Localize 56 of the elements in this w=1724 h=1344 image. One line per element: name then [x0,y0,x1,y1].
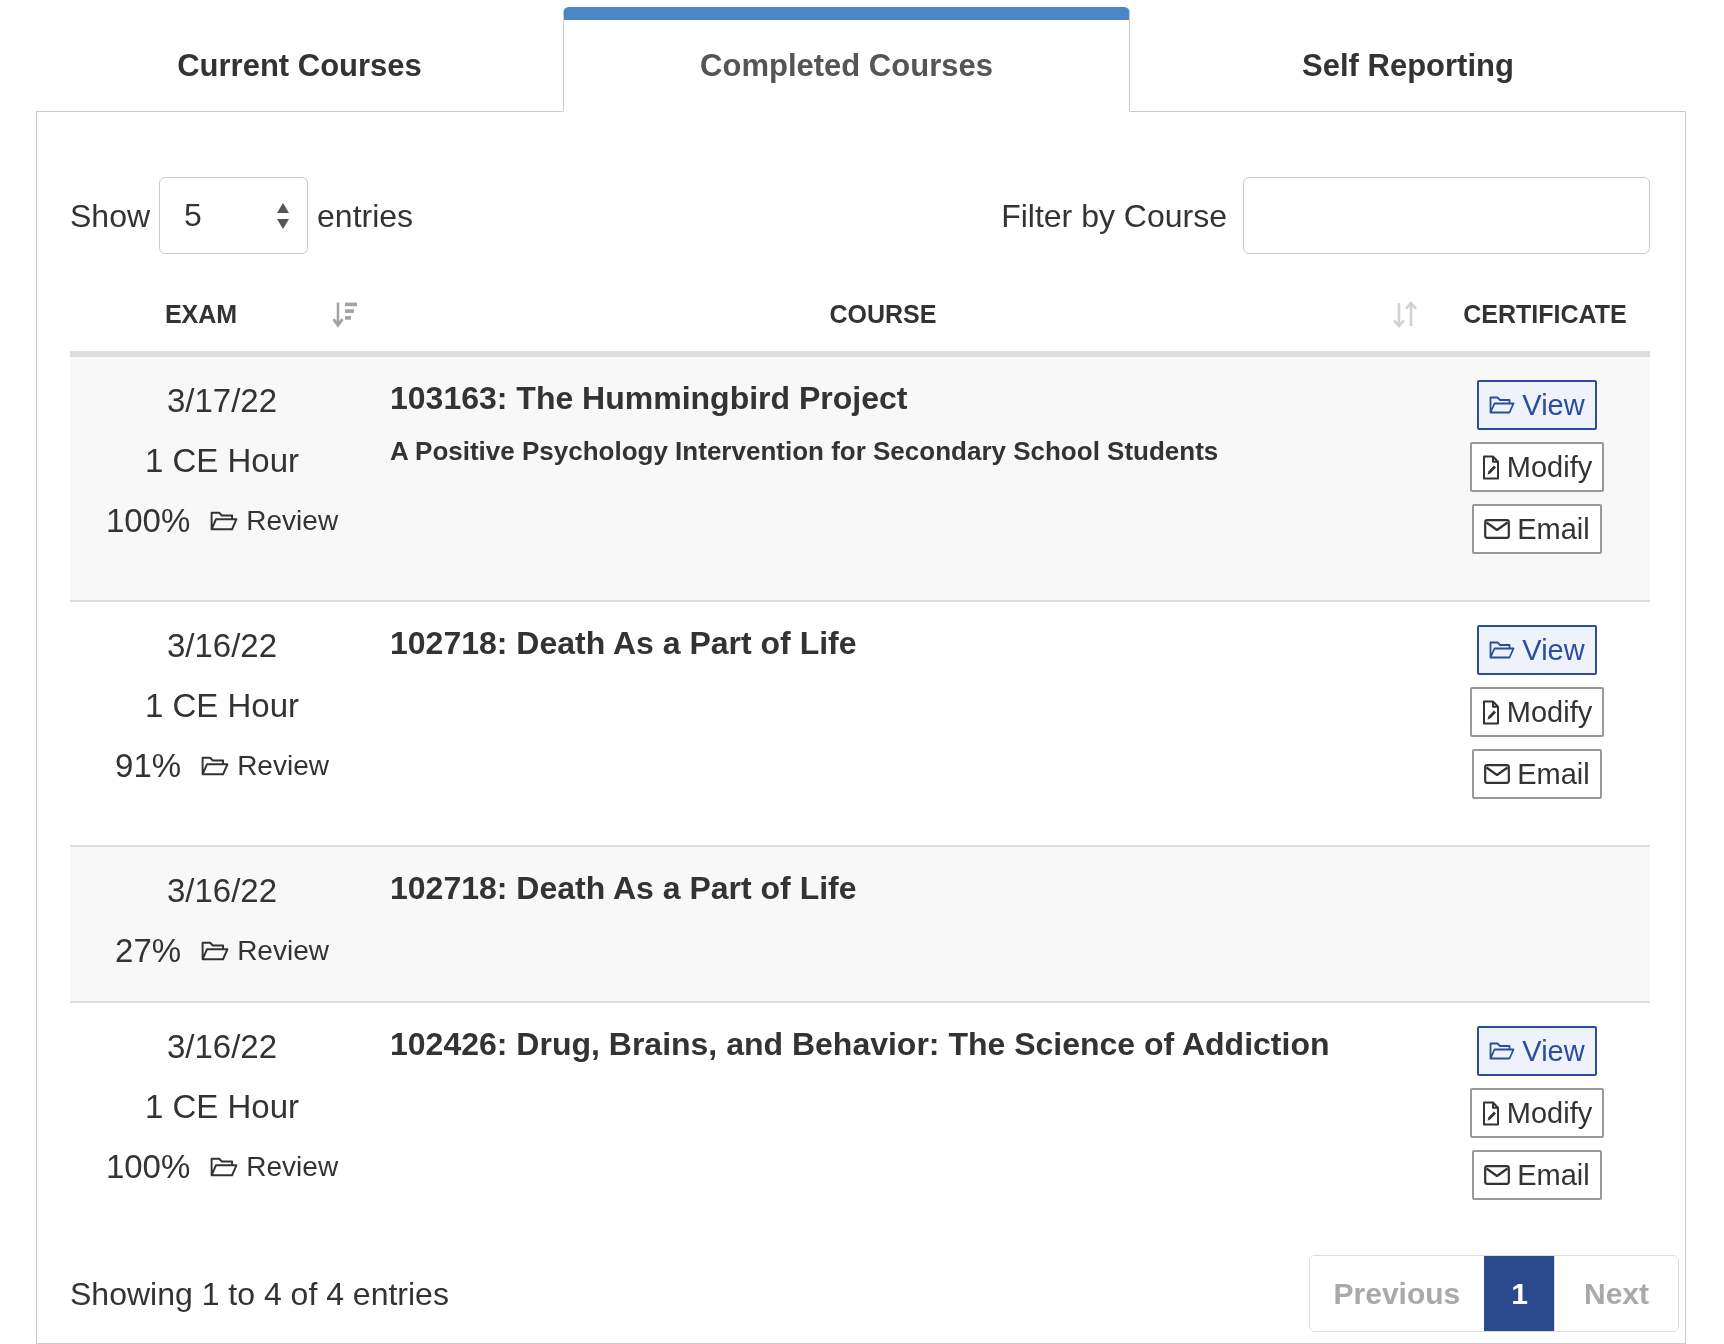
course-subtitle: A Positive Psychology Intervention for Secondary School Students [390,435,1220,468]
exam-score: 27% [115,931,182,971]
modify-button[interactable]: Modify [1469,442,1605,492]
entries-info: Showing 1 to 4 of 4 entries [70,1274,449,1314]
email-button[interactable]: Email [1472,1150,1602,1200]
exam-date: 3/16/22 [166,871,278,911]
email-button[interactable]: Email [1472,749,1602,799]
review-link[interactable]: Review [210,501,339,541]
exam-date: 3/17/22 [166,381,278,421]
document-pencil-icon [1481,1100,1500,1126]
page-button[interactable]: 1 [1484,1256,1554,1331]
sort-descending-icon [332,300,358,328]
folder-icon [201,755,230,777]
document-pencil-icon [1481,699,1500,725]
column-header[interactable]: EXAM [70,294,374,334]
course-title: 102718: Death As a Part of Life [390,869,858,908]
credit-hours: 1 CE Hour [144,1087,300,1127]
exam-score: 100% [105,501,191,541]
folder-icon [210,510,239,532]
exam-score: 91% [115,746,182,786]
review-link[interactable]: Review [201,931,329,971]
exam-date: 3/16/22 [166,1027,278,1067]
course-title: 103163: The Hummingbird Project [390,379,909,418]
sort-arrows-icon [1392,300,1418,328]
column-header[interactable]: COURSE [374,294,1434,334]
entries-select[interactable]: 5 [159,177,309,254]
view-button[interactable]: View [1477,380,1597,430]
credit-hours: 1 CE Hour [144,686,300,726]
document-pencil-icon [1481,454,1500,480]
folder-icon [210,1156,239,1178]
exam-date: 3/16/22 [166,626,278,666]
tab[interactable]: Completed Courses [563,7,1130,112]
envelope-icon [1484,519,1511,539]
course-title: 102426: Drug, Brains, and Behavior: The Science of Addiction [390,1025,1331,1064]
folder-icon [1489,395,1516,415]
course-title: 102718: Death As a Part of Life [390,624,858,663]
envelope-icon [1484,1165,1511,1185]
show-label: Show [70,196,151,236]
view-button[interactable]: View [1477,625,1597,675]
review-link[interactable]: Review [210,1147,339,1187]
tab[interactable]: Self Reporting [1130,7,1686,112]
modify-button[interactable]: Modify [1469,1088,1605,1138]
credit-hours: 1 CE Hour [144,441,300,481]
modify-button[interactable]: Modify [1469,687,1605,737]
exam-score: 100% [105,1147,191,1187]
folder-icon [1489,640,1516,660]
filter-input[interactable] [1243,177,1650,254]
folder-icon [201,940,230,962]
column-header: CERTIFICATE [1462,299,1628,330]
envelope-icon [1484,764,1511,784]
review-link[interactable]: Review [201,746,329,786]
filter-label: Filter by Course [1001,196,1227,236]
view-button[interactable]: View [1477,1026,1597,1076]
entries-label: entries [317,196,414,236]
folder-icon [1489,1041,1516,1061]
email-button[interactable]: Email [1472,504,1602,554]
